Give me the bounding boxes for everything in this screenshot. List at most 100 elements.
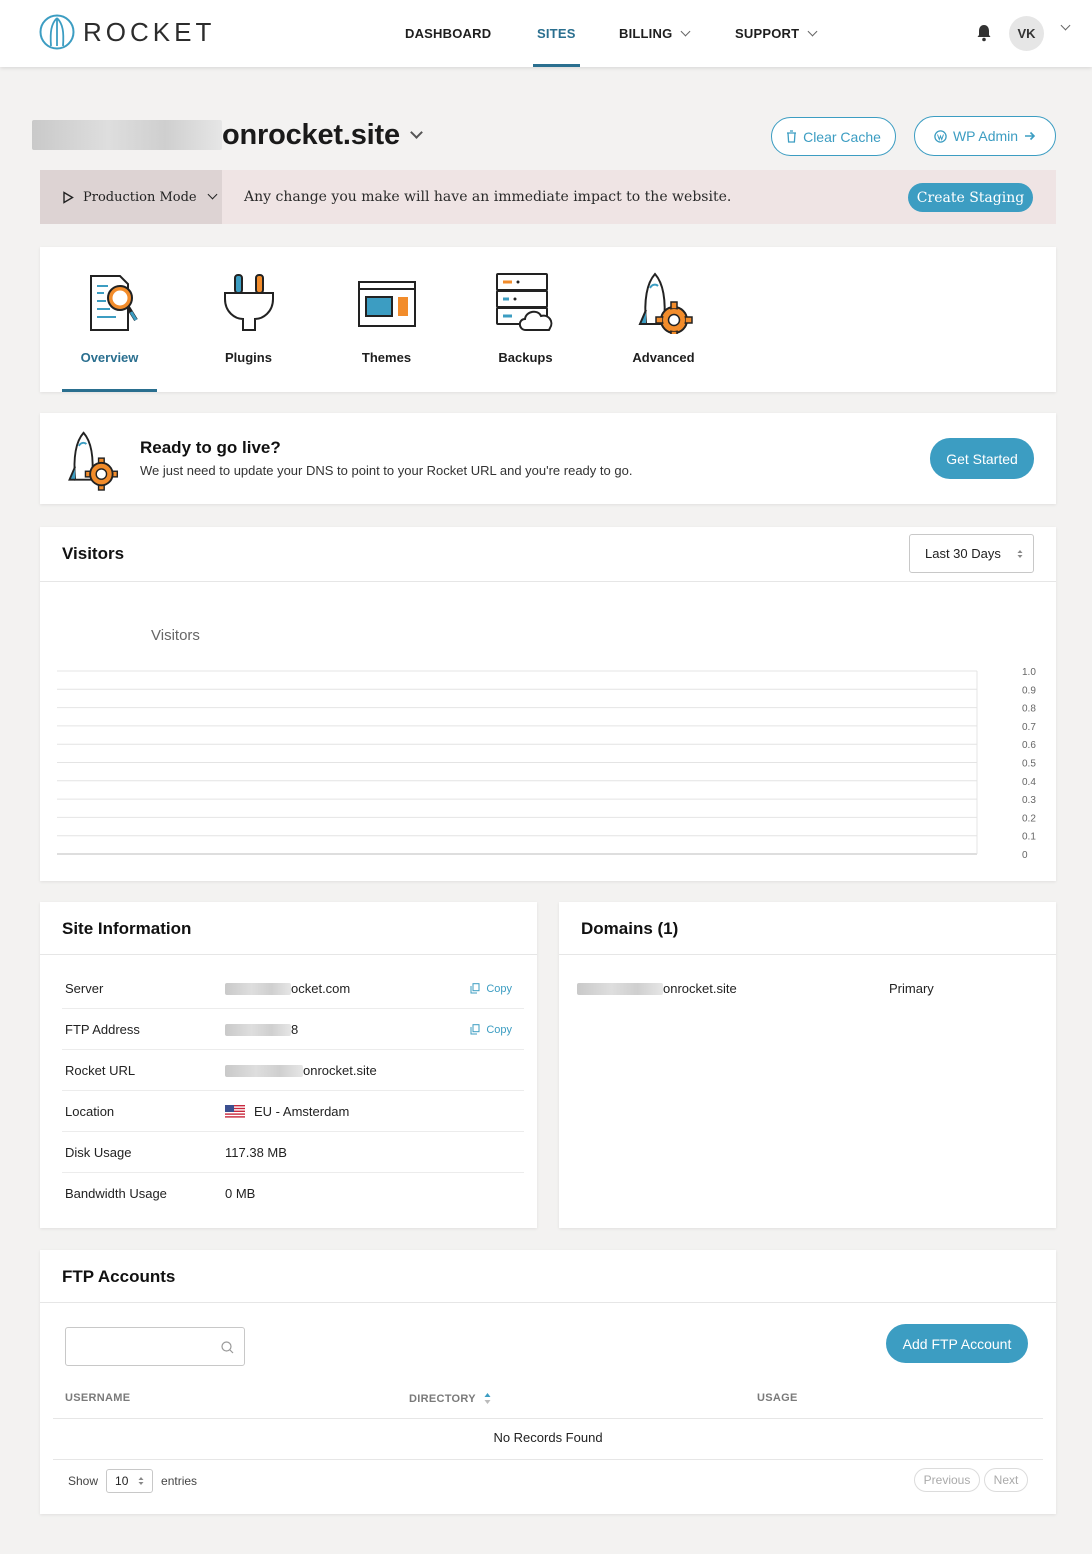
ftp-search-field[interactable] xyxy=(65,1327,245,1366)
rocket-logo[interactable]: ROCKET xyxy=(39,14,215,50)
ftp-accounts-title: FTP Accounts xyxy=(62,1267,176,1286)
previous-page-button[interactable]: Previous xyxy=(914,1468,980,1492)
chevron-down-icon xyxy=(207,189,218,200)
wp-admin-label: WP Admin xyxy=(952,128,1019,144)
us-flag-icon xyxy=(225,1105,245,1118)
bell-icon[interactable] xyxy=(976,24,992,42)
empty-table-message: No Records Found xyxy=(493,1430,603,1445)
chart-y-tick-label: 0.4 xyxy=(1022,777,1036,788)
copy-icon xyxy=(470,983,480,994)
user-menu-chevron-icon[interactable] xyxy=(1060,20,1071,31)
tab-plugins[interactable]: Plugins xyxy=(201,247,296,392)
info-value: 8 xyxy=(225,1009,298,1050)
tab-advanced[interactable]: Advanced xyxy=(616,247,711,392)
tab-label: Backups xyxy=(498,350,553,365)
page-size-select[interactable]: 10 xyxy=(106,1469,154,1493)
chart-y-tick-label: 0.7 xyxy=(1022,722,1036,733)
chart-y-tick-label: 0.2 xyxy=(1022,813,1036,824)
next-page-button[interactable]: Next xyxy=(984,1468,1028,1492)
redacted-value xyxy=(225,1023,291,1036)
site-title[interactable]: onrocket.site xyxy=(32,118,423,152)
server-value: ocket.com xyxy=(291,981,351,996)
nav-support-label: SUPPORT xyxy=(735,26,800,41)
rocket-logo-icon xyxy=(39,14,75,50)
nav-dashboard-label: DASHBOARD xyxy=(405,26,492,41)
rocket-gear-icon xyxy=(68,431,119,491)
chart-y-tick-label: 0.8 xyxy=(1022,704,1036,715)
nav-billing[interactable]: BILLING xyxy=(619,0,691,67)
column-header-username[interactable]: USERNAME xyxy=(65,1392,130,1404)
tab-themes[interactable]: Themes xyxy=(339,247,434,392)
copy-server-button[interactable]: Copy xyxy=(470,968,512,1009)
wp-admin-button[interactable]: WP Admin xyxy=(914,116,1056,156)
mode-selector[interactable]: Production Mode xyxy=(40,170,222,224)
copy-icon xyxy=(470,1024,480,1035)
tab-overview[interactable]: Overview xyxy=(62,247,157,392)
go-live-banner: Ready to go live? We just need to update… xyxy=(40,413,1056,504)
chart-y-tick-label: 1.0 xyxy=(1022,667,1036,678)
go-live-subtitle: We just need to update your DNS to point… xyxy=(140,463,633,478)
domains-title: Domains (1) xyxy=(581,919,679,938)
advanced-icon xyxy=(637,272,693,334)
ftp-address-value: 8 xyxy=(291,1022,299,1037)
top-navigation: ROCKET DASHBOARD SITES BILLING SUPPORT V… xyxy=(0,0,1092,67)
info-row-ftp-address: FTP Address 8 Copy xyxy=(62,1009,524,1050)
get-started-button[interactable]: Get Started xyxy=(930,438,1034,479)
visitors-card: Visitors Last 30 Days Visitors 1.0 0.9 0.8… xyxy=(40,527,1056,881)
clear-cache-label: Clear Cache xyxy=(803,128,881,145)
column-header-usage[interactable]: USAGE xyxy=(757,1392,798,1404)
tab-backups[interactable]: Backups xyxy=(478,247,573,392)
info-row-server: Server ocket.com Copy xyxy=(62,968,524,1009)
table-footer-divider xyxy=(53,1459,1043,1460)
domain-row: onrocket.site xyxy=(577,981,737,996)
trash-icon xyxy=(787,130,797,143)
create-staging-button[interactable]: Create Staging xyxy=(908,183,1033,212)
copy-ftp-address-button[interactable]: Copy xyxy=(470,1009,512,1050)
tab-label: Plugins xyxy=(225,350,272,365)
clear-cache-button[interactable]: Clear Cache xyxy=(771,117,896,156)
domain-name: onrocket.site xyxy=(663,981,737,996)
redacted-site-name xyxy=(32,120,222,150)
location-value: EU - Amsterdam xyxy=(254,1104,350,1119)
arrow-right-icon xyxy=(1025,131,1036,141)
nav-dashboard[interactable]: DASHBOARD xyxy=(405,0,491,67)
info-row-bandwidth-usage: Bandwidth Usage 0 MB xyxy=(62,1173,524,1214)
card-divider xyxy=(40,954,537,955)
play-icon xyxy=(63,190,74,204)
nav-sites-label: SITES xyxy=(537,26,576,41)
themes-icon xyxy=(357,281,416,327)
redacted-value xyxy=(225,982,291,995)
brand-name: ROCKET xyxy=(83,16,216,47)
tab-label: Themes xyxy=(361,350,412,365)
mode-label: Production Mode xyxy=(83,189,197,205)
info-label: FTP Address xyxy=(65,1022,140,1037)
avatar[interactable]: VK xyxy=(1009,16,1044,51)
site-information-card: Site Information Server ocket.com Copy F… xyxy=(40,902,537,1228)
domain-type: Primary xyxy=(889,981,934,996)
card-divider xyxy=(40,1302,1056,1303)
select-arrows-icon xyxy=(138,1477,144,1485)
info-row-rocket-url: Rocket URL onrocket.site xyxy=(62,1050,524,1091)
column-header-directory-label: DIRECTORY xyxy=(409,1392,476,1405)
chart-y-tick-label: 0.3 xyxy=(1022,795,1036,806)
info-label: Bandwidth Usage xyxy=(65,1186,167,1201)
nav-billing-label: BILLING xyxy=(619,26,673,41)
info-label: Server xyxy=(65,981,104,996)
nav-sites[interactable]: SITES xyxy=(533,0,580,67)
chart-y-tick-label: 0.1 xyxy=(1022,832,1036,843)
overview-icon xyxy=(89,275,138,331)
page-size-control: Show 10 entries xyxy=(68,1468,197,1494)
nav-support[interactable]: SUPPORT xyxy=(735,0,818,67)
add-ftp-account-button[interactable]: Add FTP Account xyxy=(886,1324,1028,1363)
info-value: ocket.com xyxy=(225,968,350,1009)
plugin-icon xyxy=(223,274,274,331)
info-label: Disk Usage xyxy=(65,1145,132,1160)
copy-label: Copy xyxy=(486,982,512,995)
mode-message: Any change you make will have an immedia… xyxy=(244,189,732,205)
entries-label: entries xyxy=(161,1474,198,1488)
ftp-search-input[interactable] xyxy=(74,1328,214,1365)
visitors-chart: 1.0 0.9 0.8 0.7 0.6 0.5 0.4 0.3 0.2 0.1 0 xyxy=(57,667,1036,861)
go-live-title: Ready to go live? xyxy=(140,438,281,457)
info-row-location: Location EU - Amsterdam xyxy=(62,1091,524,1132)
column-header-directory[interactable]: DIRECTORY xyxy=(409,1392,491,1405)
